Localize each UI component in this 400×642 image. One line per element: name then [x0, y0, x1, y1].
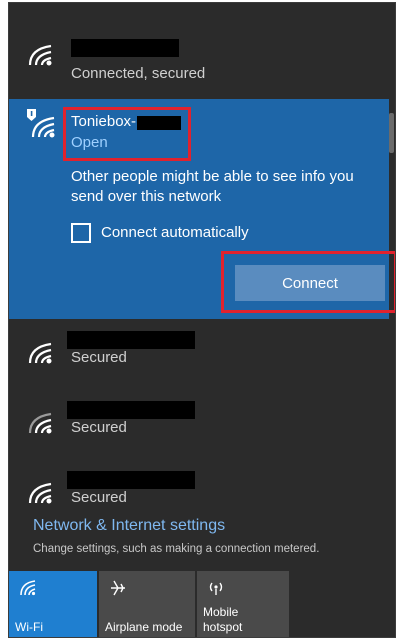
network-settings-description: Change settings, such as making a connec… [33, 543, 320, 555]
network-status: Secured [71, 349, 127, 366]
scrollbar-thumb[interactable] [389, 113, 394, 153]
connect-automatically-checkbox[interactable] [71, 223, 91, 243]
redacted-network-name [67, 471, 195, 489]
network-status: Connected, secured [71, 65, 206, 82]
network-flyout: Connected, secured Toniebox- Open Other … [8, 2, 396, 638]
airplane-mode-tile[interactable]: Airplane mode [99, 571, 195, 637]
redacted-network-name [67, 401, 195, 419]
wifi-signal-icon [28, 342, 52, 364]
wifi-signal-icon [28, 44, 52, 66]
network-item-connected[interactable]: Connected, secured [9, 21, 389, 91]
open-network-warning: Other people might be able to see info y… [71, 168, 354, 205]
mobile-hotspot-tile[interactable]: Mobile hotspot [197, 571, 289, 637]
wifi-tile[interactable]: Wi-Fi [9, 571, 97, 637]
highlight-network-name [63, 107, 191, 161]
airplane-icon [111, 580, 125, 596]
wifi-warning-icon [27, 109, 55, 138]
network-status: Secured [71, 419, 127, 436]
network-status: Secured [71, 489, 127, 506]
hotspot-icon [209, 582, 223, 595]
network-settings-link[interactable]: Network & Internet settings [33, 517, 225, 535]
wifi-signal-icon [28, 412, 52, 434]
mobile-hotspot-label: Mobile hotspot [203, 605, 243, 634]
highlight-connect-button [221, 251, 395, 313]
network-item[interactable]: Secured [9, 319, 389, 389]
connect-automatically-label[interactable]: Connect automatically [101, 224, 249, 241]
redacted-network-name [67, 331, 195, 349]
redacted-network-name [71, 39, 179, 57]
network-item-selected[interactable]: Toniebox- Open Other people might be abl… [9, 99, 395, 319]
wifi-icon [20, 580, 36, 596]
network-item[interactable]: Secured [9, 389, 389, 459]
wifi-signal-icon [28, 482, 52, 504]
airplane-mode-label: Airplane mode [105, 620, 183, 634]
wifi-tile-label: Wi-Fi [15, 620, 43, 634]
